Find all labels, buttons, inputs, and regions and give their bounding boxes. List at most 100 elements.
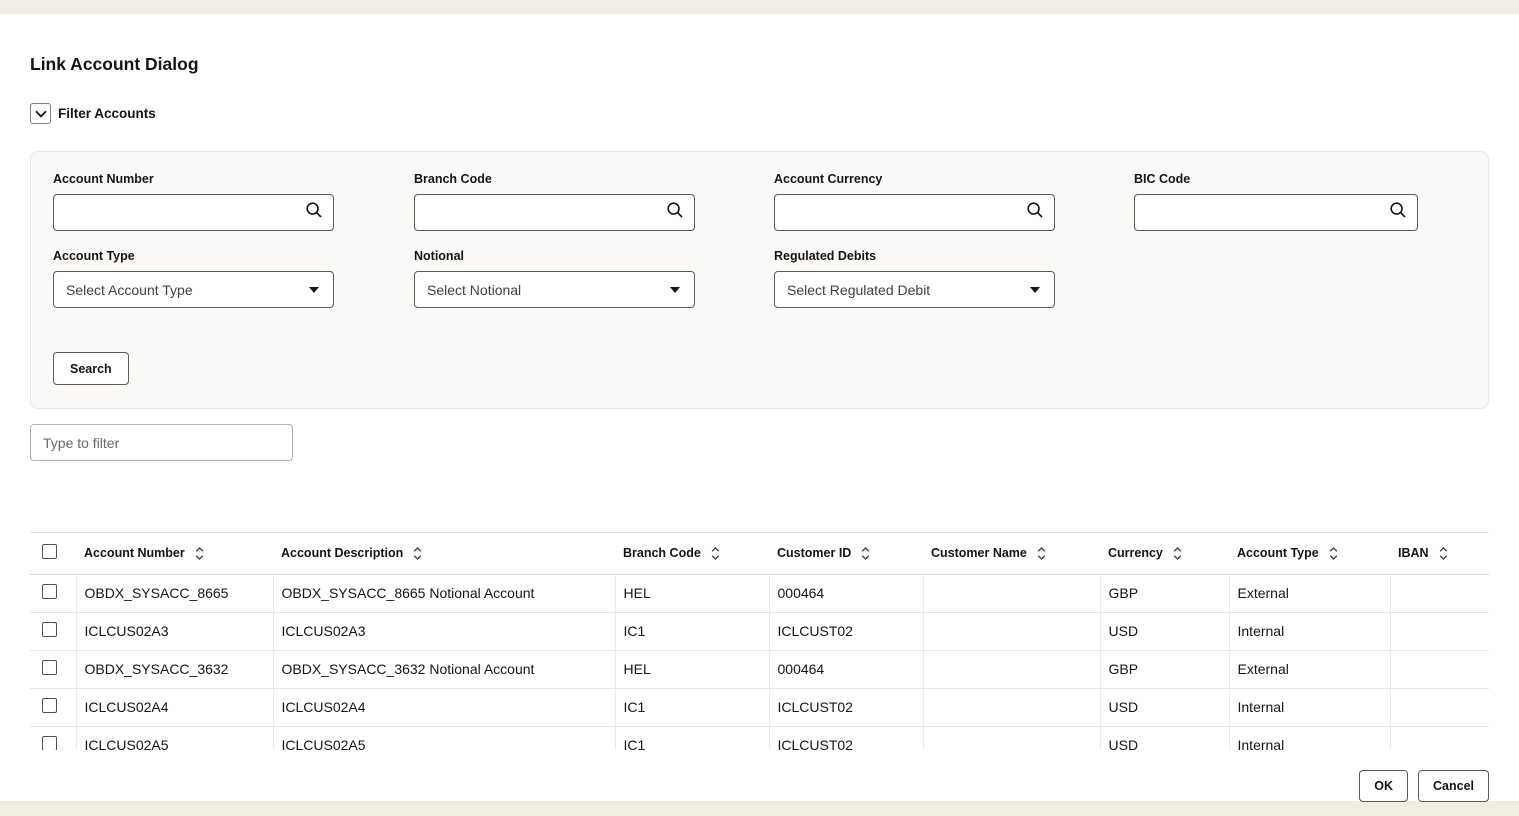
search-icon [666, 201, 684, 224]
notional-select[interactable]: Select Notional [414, 271, 695, 308]
bottom-background-strip [0, 801, 1519, 816]
table-cell: GBP [1100, 650, 1229, 688]
bic-code-input[interactable] [1135, 195, 1389, 230]
regulated-debits-select[interactable]: Select Regulated Debit [774, 271, 1055, 308]
row-checkbox[interactable] [42, 660, 57, 675]
sort-icon[interactable] [711, 546, 720, 561]
table-cell: Internal [1229, 612, 1390, 650]
cancel-button[interactable]: Cancel [1418, 770, 1489, 802]
filter-accounts-toggle[interactable]: Filter Accounts [30, 103, 156, 124]
table-cell: 000464 [769, 574, 923, 612]
page-title: Link Account Dialog [30, 54, 199, 75]
row-checkbox[interactable] [42, 622, 57, 637]
column-header-branch-code[interactable]: Branch Code [615, 533, 769, 574]
table-cell: IC1 [615, 612, 769, 650]
account-type-field-group: Account Type Select Account Type [53, 249, 334, 308]
table-cell: OBDX_SYSACC_3632 [76, 650, 273, 688]
table-cell: ICLCUST02 [769, 726, 923, 750]
account-type-select[interactable]: Select Account Type [53, 271, 334, 308]
sort-icon[interactable] [861, 546, 870, 561]
row-select-cell [30, 726, 76, 750]
filter-accounts-label: Filter Accounts [58, 106, 156, 121]
column-header-label: Account Type [1237, 546, 1319, 560]
table-cell [923, 688, 1100, 726]
table-body: OBDX_SYSACC_8665OBDX_SYSACC_8665 Notiona… [30, 574, 1489, 750]
table-cell [923, 726, 1100, 750]
column-header-currency[interactable]: Currency [1100, 533, 1229, 574]
search-icon [305, 201, 323, 224]
bic-code-field-group: BIC Code [1134, 172, 1418, 231]
column-header-label: Account Number [84, 546, 185, 560]
table-cell: GBP [1100, 574, 1229, 612]
table-cell: ICLCUS02A4 [273, 688, 615, 726]
table-cell [1390, 726, 1489, 750]
branch-code-label: Branch Code [414, 172, 695, 186]
column-header-customer-name[interactable]: Customer Name [923, 533, 1100, 574]
account-currency-field-group: Account Currency [774, 172, 1055, 231]
column-header-label: Branch Code [623, 546, 701, 560]
column-header-customer-id[interactable]: Customer ID [769, 533, 923, 574]
table-row: ICLCUS02A3ICLCUS02A3IC1ICLCUST02USDInter… [30, 612, 1489, 650]
row-checkbox[interactable] [42, 698, 57, 713]
ok-button[interactable]: OK [1359, 770, 1408, 802]
table-cell: ICLCUS02A5 [76, 726, 273, 750]
chevron-down-icon[interactable] [30, 103, 51, 124]
table-cell [923, 574, 1100, 612]
dropdown-caret-icon [1030, 287, 1040, 293]
regulated-debits-field-group: Regulated Debits Select Regulated Debit [774, 249, 1055, 308]
row-select-cell [30, 574, 76, 612]
branch-code-input[interactable] [415, 195, 666, 230]
column-header-account-description[interactable]: Account Description [273, 533, 615, 574]
filter-panel: Account Number Branch Code Account Curre… [30, 151, 1489, 409]
dialog-footer: OK Cancel [1359, 770, 1489, 802]
table-cell: ICLCUS02A3 [76, 612, 273, 650]
table-cell [1390, 574, 1489, 612]
account-number-input[interactable] [54, 195, 305, 230]
regulated-debits-select-value: Select Regulated Debit [787, 282, 930, 298]
top-background-strip [0, 0, 1519, 14]
table-cell: Internal [1229, 688, 1390, 726]
sort-icon[interactable] [1329, 546, 1338, 561]
column-header-label: Currency [1108, 546, 1163, 560]
notional-label: Notional [414, 249, 695, 263]
table-cell: USD [1100, 726, 1229, 750]
select-all-checkbox[interactable] [42, 544, 57, 559]
table-header-row: Account Number Account Description Branch … [30, 533, 1489, 574]
table-cell: HEL [615, 650, 769, 688]
row-checkbox[interactable] [42, 736, 57, 750]
type-to-filter-input[interactable] [30, 424, 293, 461]
select-all-cell [30, 533, 76, 574]
table-cell: USD [1100, 612, 1229, 650]
sort-icon[interactable] [1173, 546, 1182, 561]
row-select-cell [30, 612, 76, 650]
table-cell: 000464 [769, 650, 923, 688]
sort-icon[interactable] [413, 546, 422, 561]
link-account-dialog: Link Account Dialog Filter Accounts Acco… [0, 14, 1519, 801]
column-header-account-number[interactable]: Account Number [76, 533, 273, 574]
table-cell: HEL [615, 574, 769, 612]
sort-icon[interactable] [195, 546, 204, 561]
column-header-label: Customer ID [777, 546, 851, 560]
account-currency-input[interactable] [775, 195, 1026, 230]
row-checkbox[interactable] [42, 584, 57, 599]
sort-icon[interactable] [1439, 546, 1448, 561]
table-row: OBDX_SYSACC_3632OBDX_SYSACC_3632 Notiona… [30, 650, 1489, 688]
table-cell: OBDX_SYSACC_8665 [76, 574, 273, 612]
column-header-account-type[interactable]: Account Type [1229, 533, 1390, 574]
table-cell: IC1 [615, 726, 769, 750]
notional-select-value: Select Notional [427, 282, 521, 298]
page: Link Account Dialog Filter Accounts Acco… [0, 0, 1519, 816]
table-cell [1390, 650, 1489, 688]
table-cell: Internal [1229, 726, 1390, 750]
search-icon [1389, 201, 1407, 224]
search-button[interactable]: Search [53, 352, 129, 385]
sort-icon[interactable] [1037, 546, 1046, 561]
column-header-label: Account Description [281, 546, 403, 560]
table-row: OBDX_SYSACC_8665OBDX_SYSACC_8665 Notiona… [30, 574, 1489, 612]
account-type-label: Account Type [53, 249, 334, 263]
column-header-iban[interactable]: IBAN [1390, 533, 1489, 574]
table-cell: ICLCUS02A3 [273, 612, 615, 650]
table-cell [923, 612, 1100, 650]
table-cell: ICLCUS02A5 [273, 726, 615, 750]
table-cell [923, 650, 1100, 688]
